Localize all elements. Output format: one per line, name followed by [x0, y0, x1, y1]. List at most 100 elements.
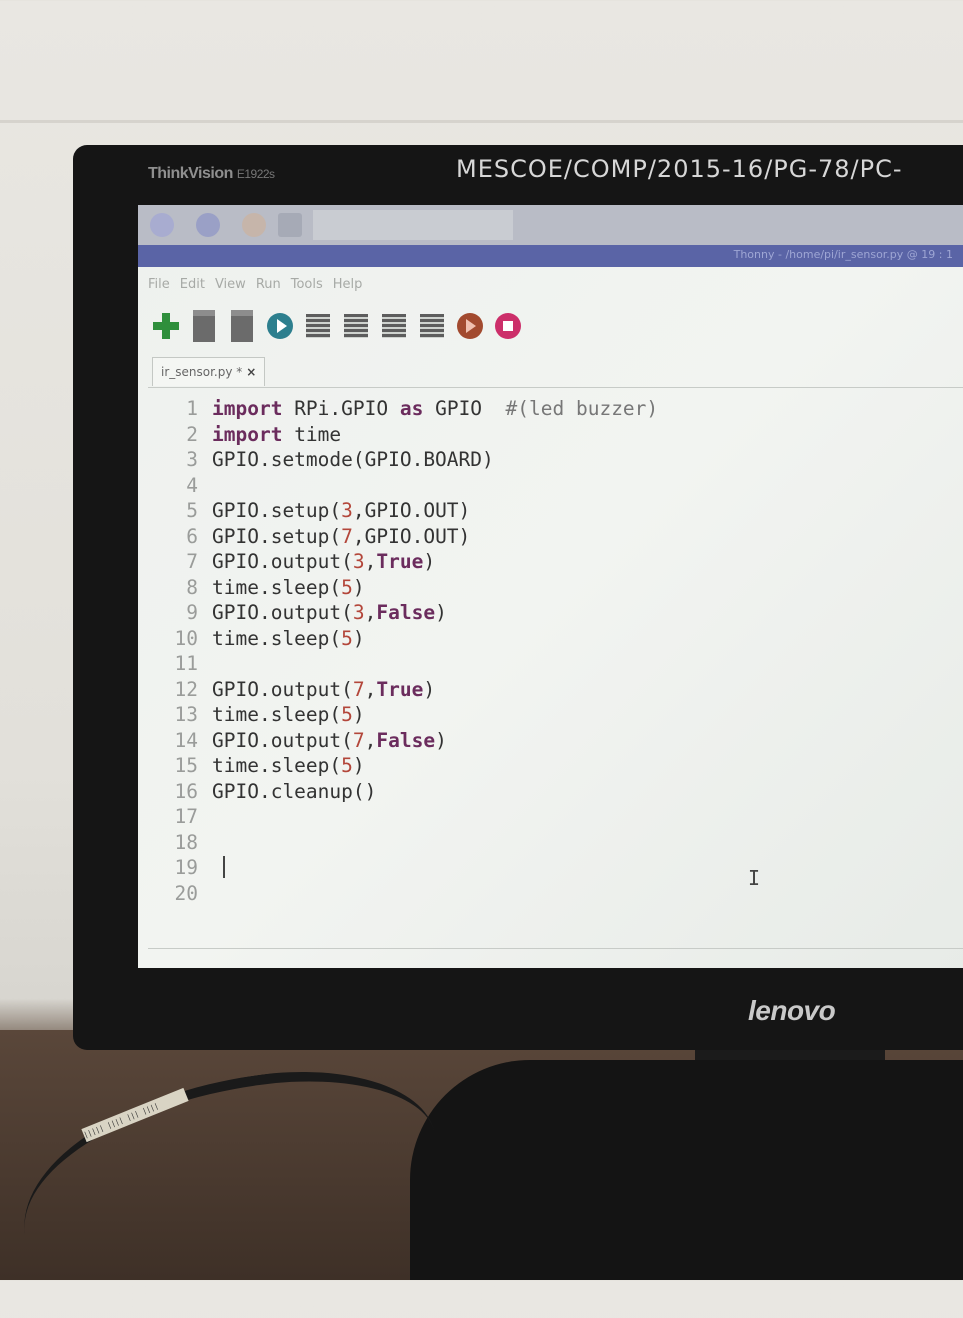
code-line: 3 GPIO.setmode(GPIO.BOARD) [148, 447, 494, 472]
menu-help[interactable]: Help [333, 277, 363, 292]
code-line: 16 GPIO.cleanup() [148, 779, 377, 804]
line-number: 11 [174, 652, 198, 675]
step-into-icon [382, 314, 406, 338]
run-icon [267, 313, 293, 339]
line-number: 6 [186, 524, 198, 548]
line-number: 7 [186, 550, 198, 573]
code-line: 2 import time [148, 422, 341, 447]
browser-icon[interactable] [196, 213, 220, 237]
debug-icon [306, 314, 330, 338]
lenovo-logo: lenovo [748, 995, 836, 1026]
line-number: 19 [174, 856, 198, 879]
tab-label: ir_sensor.py * [161, 365, 243, 379]
menubar: File Edit View Run Tools Help [138, 269, 963, 299]
code-line: 19 [148, 855, 212, 880]
code-line: 11 [148, 651, 212, 676]
code-text: import time [212, 422, 342, 446]
code-text: GPIO.output(3,True) [212, 550, 436, 573]
code-text: time.sleep(5) [212, 575, 365, 599]
menu-tools[interactable]: Tools [291, 277, 323, 292]
code-text: time.sleep(5) [212, 703, 365, 726]
line-number: 15 [174, 754, 198, 777]
line-number: 20 [174, 881, 198, 905]
wall-edge [0, 120, 963, 123]
step-over-button[interactable] [340, 311, 372, 341]
line-number: 3 [186, 448, 198, 471]
line-number: 5 [186, 499, 198, 522]
ibeam-cursor-icon: I [748, 866, 761, 890]
line-number: 16 [174, 779, 198, 803]
code-editor[interactable]: 1 import RPi.GPIO as GPIO #(led buzzer) 2… [148, 387, 963, 949]
line-number: 8 [186, 575, 198, 599]
code-line: 5 GPIO.setup(3,GPIO.OUT) [148, 498, 470, 523]
step-over-icon [344, 314, 368, 338]
line-number: 13 [174, 703, 198, 726]
terminal-icon[interactable] [278, 213, 302, 237]
line-number: 12 [174, 677, 198, 701]
step-out-icon [420, 314, 444, 338]
code-text: GPIO.cleanup() [212, 779, 377, 803]
text-cursor [223, 856, 225, 878]
monitor: ThinkVision E1922s MESCOE/COMP/2015-16/P… [73, 145, 963, 1050]
code-text: GPIO.output(3,False) [212, 601, 447, 624]
resume-icon [457, 313, 483, 339]
window-title: Thonny - /home/pi/ir_sensor.py @ 19 : 1 [733, 248, 953, 261]
code-line: 18 [148, 830, 212, 855]
line-number: 4 [186, 473, 198, 497]
code-text: GPIO.output(7,True) [212, 677, 436, 701]
file-manager-icon[interactable] [242, 213, 266, 237]
code-line: 10 time.sleep(5) [148, 626, 365, 651]
code-line: 8 time.sleep(5) [148, 575, 365, 600]
new-button[interactable] [150, 311, 182, 341]
tab-ir-sensor[interactable]: ir_sensor.py * × [152, 357, 266, 386]
stop-button[interactable] [492, 311, 524, 341]
open-button[interactable] [188, 310, 220, 342]
resume-button[interactable] [454, 311, 486, 341]
code-text: GPIO.setup(3,GPIO.OUT) [212, 499, 471, 522]
code-line: 9 GPIO.output(3,False) [148, 600, 447, 625]
asset-tag-handwriting: MESCOE/COMP/2015-16/PG-78/PC- [456, 155, 903, 183]
code-text: GPIO.output(7,False) [212, 728, 447, 752]
code-text: time.sleep(5) [212, 754, 365, 777]
open-icon [193, 310, 215, 342]
toolbar [150, 309, 524, 343]
code-line: 13 time.sleep(5) [148, 702, 365, 727]
save-icon [231, 310, 253, 342]
line-number: 10 [174, 626, 198, 650]
code-text: import RPi.GPIO as GPIO #(led buzzer) [212, 397, 659, 420]
code-line: 7 GPIO.output(3,True) [148, 549, 435, 574]
code-line: 14 GPIO.output(7,False) [148, 728, 447, 753]
run-button[interactable] [264, 311, 296, 341]
window-titlebar: Thonny - /home/pi/ir_sensor.py @ 19 : 1 [138, 245, 963, 267]
menu-edit[interactable]: Edit [180, 277, 205, 292]
line-number: 17 [174, 805, 198, 828]
line-number: 18 [174, 830, 198, 854]
monitor-brand: ThinkVision E1922s [148, 165, 275, 182]
code-line: 12 GPIO.output(7,True) [148, 677, 436, 702]
code-line: 17 [148, 804, 212, 829]
menu-run[interactable]: Run [256, 277, 281, 292]
code-text: GPIO.setup(7,GPIO.OUT) [212, 524, 471, 548]
line-number: 9 [186, 601, 198, 624]
menu-view[interactable]: View [215, 277, 246, 292]
code-line: 20 [148, 881, 212, 906]
code-line: 15 time.sleep(5) [148, 753, 365, 778]
new-icon [153, 313, 179, 339]
taskbar [138, 205, 963, 245]
screen: Thonny - /home/pi/ir_sensor.py @ 19 : 1 … [138, 205, 963, 968]
code-line: 1 import RPi.GPIO as GPIO #(led buzzer) [148, 396, 658, 421]
save-button[interactable] [226, 310, 258, 342]
code-text: time.sleep(5) [212, 626, 365, 650]
close-icon[interactable]: × [246, 365, 256, 379]
line-number: 1 [186, 397, 198, 420]
debug-button[interactable] [302, 311, 334, 341]
step-out-button[interactable] [416, 311, 448, 341]
monitor-stand-base [410, 1060, 963, 1280]
taskbar-window-button[interactable] [313, 210, 513, 240]
code-text: GPIO.setmode(GPIO.BOARD) [212, 448, 494, 471]
step-into-button[interactable] [378, 311, 410, 341]
menu-file[interactable]: File [148, 277, 170, 292]
code-line: 6 GPIO.setup(7,GPIO.OUT) [148, 524, 470, 549]
raspberry-icon[interactable] [150, 213, 174, 237]
line-number: 14 [174, 728, 198, 752]
